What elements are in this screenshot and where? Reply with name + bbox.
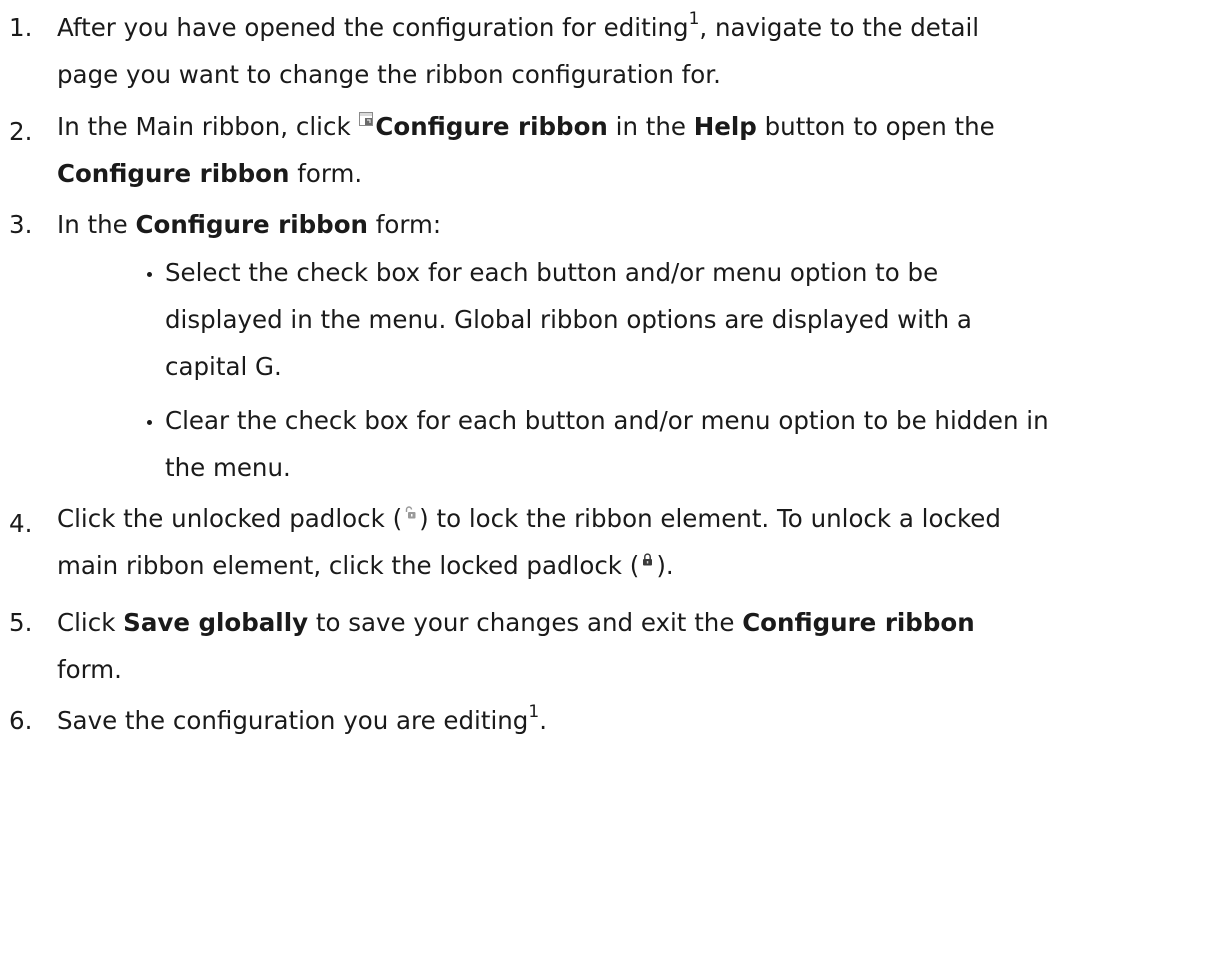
step-number: 3.	[9, 210, 33, 239]
step-number: 5.	[9, 608, 33, 637]
unlocked-padlock-icon	[405, 496, 416, 519]
configure-ribbon-term: Configure ribbon	[57, 159, 290, 188]
step-5-text-mid: to save your changes and exit the	[308, 608, 743, 637]
step-3-text: In the	[57, 210, 136, 239]
configure-ribbon-term: Configure ribbon	[135, 210, 368, 239]
step-5-text: Click	[57, 608, 124, 637]
step-2-line-1: In the Main ribbon, click Configure ribb…	[57, 112, 1207, 141]
step-4: 4. Click the unlocked padlock ( ) to lock…	[0, 504, 1207, 580]
configure-ribbon-term: Configure ribbon	[742, 608, 975, 637]
step-4-text-cont: ) to lock the ribbon element. To unlock …	[419, 504, 1001, 533]
bullet-dot	[147, 272, 152, 277]
procedure-document: 1. After you have opened the configurati…	[0, 0, 1207, 965]
step-3: 3. In the Configure ribbon form: Select …	[0, 210, 1207, 482]
step-4-text-2: main ribbon element, click the locked pa…	[57, 551, 640, 580]
locked-padlock-icon	[642, 543, 653, 566]
bullet-dot	[147, 420, 152, 425]
step-number: 6.	[9, 706, 33, 735]
step-6: 6. Save the configuration you are editin…	[0, 703, 1207, 735]
step-2-line-2: Configure ribbon form.	[57, 159, 1207, 188]
step-2: 2. In the Main ribbon, click Configure r…	[0, 112, 1207, 188]
step-1-text: After you have opened the configuration …	[57, 13, 689, 42]
bullet-line: displayed in the menu. Global ribbon opt…	[165, 305, 972, 334]
configure-ribbon-icon	[359, 103, 374, 126]
bullet-item: Select the check box for each button and…	[0, 258, 1207, 381]
step-2-text-end: form.	[289, 159, 363, 188]
bullet-line: the menu.	[165, 453, 291, 482]
step-number: 1.	[9, 13, 33, 42]
step-6-line-1: Save the configuration you are editing1.	[57, 703, 1207, 735]
step-5-line-2: form.	[57, 655, 122, 684]
step-number: 2.	[9, 117, 33, 146]
save-globally-term: Save globally	[123, 608, 309, 637]
configure-ribbon-term: Configure ribbon	[375, 112, 608, 141]
step-6-text-end: .	[539, 706, 547, 735]
bullet-line: capital G.	[165, 352, 282, 381]
step-1-line-2: page you want to change the ribbon confi…	[57, 60, 721, 89]
step-5: 5. Click Save globally to save your chan…	[0, 608, 1207, 684]
bullet-list: Select the check box for each button and…	[57, 258, 1207, 482]
help-term: Help	[693, 112, 757, 141]
footnote-ref: 1	[688, 8, 700, 29]
step-2-text-mid: in the	[607, 112, 694, 141]
bullet-line: Select the check box for each button and…	[165, 258, 939, 287]
step-4-text: Click the unlocked padlock (	[57, 504, 403, 533]
step-3-text-end: form:	[368, 210, 442, 239]
footnote-ref: 1	[528, 701, 540, 722]
step-1-text-cont: , navigate to the detail	[699, 13, 980, 42]
step-4-text-end: ).	[656, 551, 674, 580]
step-2-text: In the Main ribbon, click	[57, 112, 359, 141]
step-1-line-1: After you have opened the configuration …	[57, 10, 1207, 42]
step-number: 4.	[9, 509, 33, 538]
steps-list: 1. After you have opened the configurati…	[0, 10, 1207, 735]
step-4-line-2: main ribbon element, click the locked pa…	[57, 551, 1207, 580]
bullet-item: Clear the check box for each button and/…	[0, 406, 1207, 482]
step-3-line-1: In the Configure ribbon form:	[57, 210, 1207, 239]
step-2-text-cont: button to open the	[756, 112, 995, 141]
step-4-line-1: Click the unlocked padlock ( ) to lock th…	[57, 504, 1207, 533]
step-5-line-1: Click Save globally to save your changes…	[57, 608, 1207, 637]
step-6-text: Save the configuration you are editing	[57, 706, 529, 735]
step-1: 1. After you have opened the configurati…	[0, 10, 1207, 89]
bullet-line: Clear the check box for each button and/…	[165, 406, 1049, 435]
